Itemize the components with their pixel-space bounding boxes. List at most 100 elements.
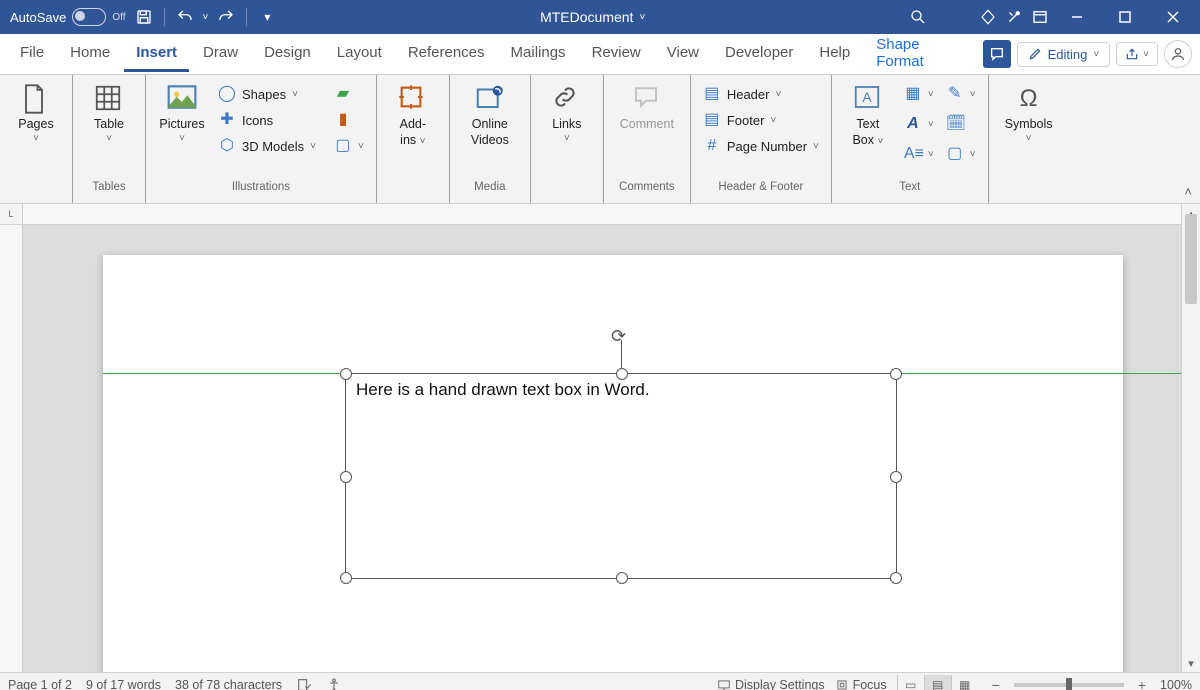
date-time-button[interactable]: 🗓 bbox=[942, 113, 980, 135]
resize-handle[interactable] bbox=[890, 368, 902, 380]
resize-handle[interactable] bbox=[616, 368, 628, 380]
drop-cap-button[interactable]: A≡˅ bbox=[900, 143, 938, 165]
comment-icon bbox=[631, 83, 663, 115]
tab-layout[interactable]: Layout bbox=[325, 36, 394, 72]
text-box[interactable]: ⟳ Here is a hand drawn text box in Word. bbox=[345, 373, 897, 579]
tab-help[interactable]: Help bbox=[807, 36, 862, 72]
page-number-button[interactable]: #Page Number˅ bbox=[699, 135, 823, 157]
ribbon-tabs: File Home Insert Draw Design Layout Refe… bbox=[0, 34, 1200, 75]
account-icon[interactable] bbox=[1164, 40, 1192, 68]
chevron-down-icon: ˅ bbox=[639, 12, 645, 23]
tab-file[interactable]: File bbox=[8, 36, 56, 72]
tab-mailings[interactable]: Mailings bbox=[499, 36, 578, 72]
tab-draw[interactable]: Draw bbox=[191, 36, 250, 72]
undo-dropdown-icon[interactable]: ˅ bbox=[203, 12, 209, 23]
page-indicator[interactable]: Page 1 of 2 bbox=[8, 678, 72, 690]
word-count[interactable]: 9 of 17 words bbox=[86, 678, 161, 690]
new-comment-button[interactable]: Comment bbox=[612, 77, 682, 177]
coming-soon-icon[interactable] bbox=[1002, 5, 1026, 29]
resize-handle[interactable] bbox=[340, 572, 352, 584]
scrollbar-thumb[interactable] bbox=[1185, 214, 1197, 304]
signature-line-button[interactable]: ✎˅ bbox=[942, 83, 980, 105]
print-layout-button[interactable]: ▤ bbox=[924, 675, 951, 690]
tab-view[interactable]: View bbox=[655, 36, 711, 72]
tab-home[interactable]: Home bbox=[58, 36, 122, 72]
pictures-button[interactable]: Pictures ˅ bbox=[154, 77, 210, 177]
web-layout-button[interactable]: ▦ bbox=[951, 675, 978, 690]
horizontal-ruler[interactable] bbox=[23, 204, 1181, 225]
share-button[interactable]: ˅ bbox=[1116, 42, 1158, 66]
display-settings-button[interactable]: Display Settings bbox=[717, 678, 825, 690]
search-icon[interactable] bbox=[906, 5, 930, 29]
char-count[interactable]: 38 of 78 characters bbox=[175, 678, 282, 690]
resize-handle[interactable] bbox=[340, 368, 352, 380]
undo-icon[interactable] bbox=[173, 5, 197, 29]
resize-handle[interactable] bbox=[890, 572, 902, 584]
addins-button[interactable]: Add- ins ˅ bbox=[385, 77, 441, 177]
links-button[interactable]: Links ˅ bbox=[539, 77, 595, 177]
status-bar: Page 1 of 2 9 of 17 words 38 of 78 chara… bbox=[0, 672, 1200, 690]
title-bar: AutoSave Off ˅ ▾ MTEDocument ˅ bbox=[0, 0, 1200, 34]
table-button[interactable]: Table ˅ bbox=[81, 77, 137, 177]
header-button[interactable]: ▤Header˅ bbox=[699, 83, 823, 105]
tab-shape-format[interactable]: Shape Format bbox=[864, 28, 980, 81]
editing-mode-button[interactable]: Editing ˅ bbox=[1017, 42, 1111, 67]
minimize-button[interactable] bbox=[1054, 0, 1100, 34]
group-label: Media bbox=[458, 181, 522, 203]
ribbon-display-icon[interactable] bbox=[1028, 5, 1052, 29]
resize-handle[interactable] bbox=[890, 471, 902, 483]
chart-button[interactable]: ▮ bbox=[330, 109, 368, 131]
resize-handle[interactable] bbox=[340, 471, 352, 483]
document-name[interactable]: MTEDocument ˅ bbox=[540, 9, 645, 25]
slider-thumb[interactable] bbox=[1066, 678, 1072, 690]
video-icon bbox=[474, 83, 506, 115]
close-button[interactable] bbox=[1150, 0, 1196, 34]
spell-check-icon[interactable] bbox=[296, 677, 312, 690]
customize-qat-icon[interactable]: ▾ bbox=[255, 5, 279, 29]
wordart-icon: A bbox=[904, 115, 922, 133]
rotate-handle-icon[interactable]: ⟳ bbox=[611, 326, 631, 346]
symbols-button[interactable]: Ω Symbols ˅ bbox=[997, 77, 1061, 177]
tab-references[interactable]: References bbox=[396, 36, 497, 72]
zoom-level[interactable]: 100% bbox=[1160, 678, 1192, 690]
shapes-button[interactable]: ◯Shapes˅ bbox=[214, 83, 320, 105]
signature-icon: ✎ bbox=[946, 85, 964, 103]
zoom-slider[interactable] bbox=[1014, 683, 1124, 687]
ribbon: Pages ˅ . Table ˅ Tables Pictures ˅ ◯Sha… bbox=[0, 75, 1200, 204]
cube-icon: ⬡ bbox=[218, 137, 236, 155]
tab-review[interactable]: Review bbox=[580, 36, 653, 72]
tab-developer[interactable]: Developer bbox=[713, 36, 805, 72]
scroll-down-icon[interactable]: ▾ bbox=[1182, 654, 1200, 672]
object-button[interactable]: ▢˅ bbox=[942, 143, 980, 165]
smartart-button[interactable]: ▰ bbox=[330, 83, 368, 105]
comments-pane-button[interactable] bbox=[983, 40, 1011, 68]
toggle-icon bbox=[72, 8, 106, 26]
textbox-button[interactable]: A Text Box ˅ bbox=[840, 77, 896, 177]
footer-button[interactable]: ▤Footer˅ bbox=[699, 109, 823, 131]
tab-design[interactable]: Design bbox=[252, 36, 323, 72]
redo-icon[interactable] bbox=[214, 5, 238, 29]
3d-models-button[interactable]: ⬡3D Models˅ bbox=[214, 135, 320, 157]
pages-button[interactable]: Pages ˅ bbox=[8, 77, 64, 177]
document-area[interactable]: ⟳ Here is a hand drawn text box in Word. bbox=[23, 225, 1181, 672]
resize-handle[interactable] bbox=[616, 572, 628, 584]
focus-button[interactable]: Focus bbox=[835, 678, 887, 690]
maximize-button[interactable] bbox=[1102, 0, 1148, 34]
accessibility-icon[interactable] bbox=[326, 677, 342, 690]
zoom-in-button[interactable]: + bbox=[1134, 678, 1150, 690]
autosave-toggle[interactable]: AutoSave Off bbox=[10, 8, 126, 26]
read-mode-button[interactable]: ▭ bbox=[897, 675, 924, 690]
diamond-icon[interactable] bbox=[976, 5, 1000, 29]
save-icon[interactable] bbox=[132, 5, 156, 29]
vertical-scrollbar[interactable]: ▴ ▾ bbox=[1181, 204, 1200, 672]
wordart-button[interactable]: A˅ bbox=[900, 113, 938, 135]
online-videos-button[interactable]: Online Videos bbox=[458, 77, 522, 177]
icons-button[interactable]: ✚Icons bbox=[214, 109, 320, 131]
tab-insert[interactable]: Insert bbox=[124, 36, 189, 72]
screenshot-button[interactable]: ▢˅ bbox=[330, 135, 368, 157]
collapse-ribbon-button[interactable]: ˄ bbox=[1184, 184, 1192, 199]
zoom-out-button[interactable]: − bbox=[988, 678, 1004, 690]
vertical-ruler[interactable]: L bbox=[0, 204, 23, 672]
quick-parts-button[interactable]: ▦˅ bbox=[900, 83, 938, 105]
group-comments: Comment Comments bbox=[604, 75, 691, 203]
